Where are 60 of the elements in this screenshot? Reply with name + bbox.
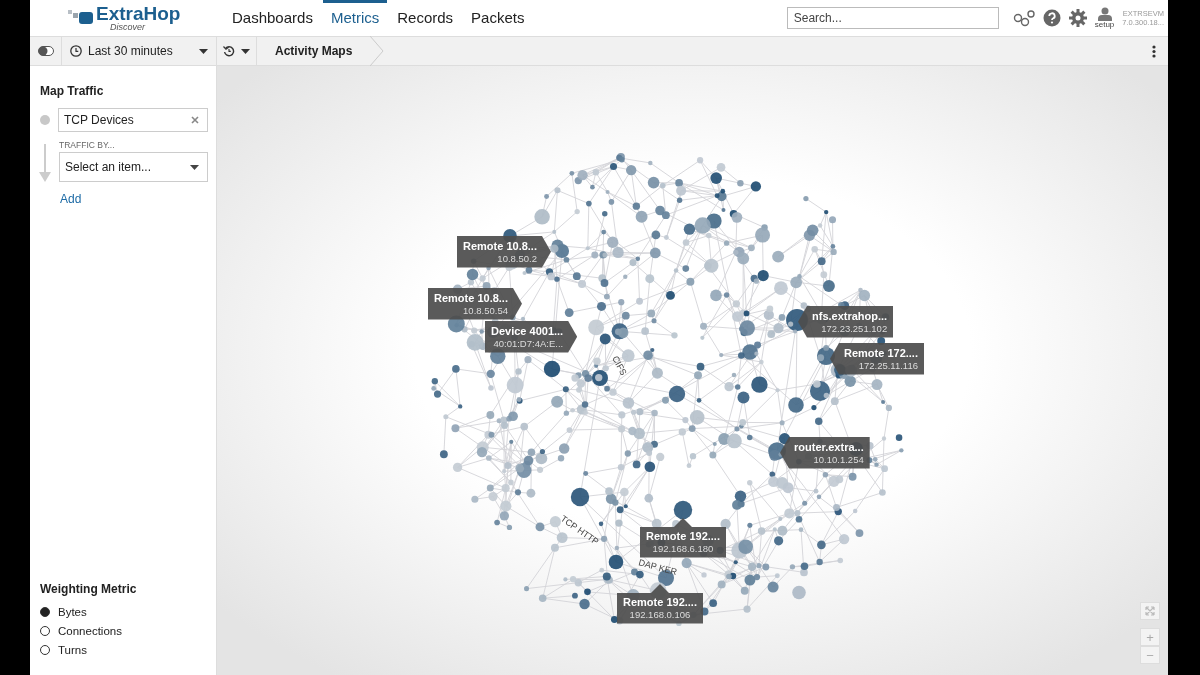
edge-label: DAP KER [637,557,679,578]
origin-field[interactable]: TCP Devices [58,108,208,132]
logo-subtitle: Discover [110,23,146,32]
toggle-icon[interactable] [37,46,54,56]
edge-label: CIFS [610,354,629,378]
expand-icon [1145,606,1155,616]
node-callout[interactable]: Remote 10.8... 10.8.50.54 [428,288,522,320]
search-field[interactable]: Search... [786,7,999,29]
caret-icon [199,48,208,54]
node-callout[interactable]: nfs.extrahop... 172.23.251.102 [798,306,894,338]
node-address: 10.8.50.2 [497,253,537,265]
history-icon [223,45,235,57]
radio-button[interactable] [40,606,50,617]
down-arrow-icon [39,144,51,182]
traffic-by-select[interactable]: Select an item... [59,152,208,182]
caret-icon [190,164,199,170]
node-address: 10.10.1.254 [813,454,864,466]
node-callout[interactable]: Remote 172.... 172.25.11.116 [830,343,924,375]
node-name: Remote 192.... [623,596,697,610]
node-address: 192.168.0.106 [629,609,691,621]
more-options-icon[interactable] [1152,44,1156,58]
node-callout[interactable]: Remote 10.8... 10.8.50.2 [457,236,551,268]
breadcrumb[interactable]: Activity Maps [275,44,353,58]
node-name: Device 4001... [491,325,564,339]
nav-tab[interactable]: Dashboards [224,0,321,36]
field-label: TRAFFIC BY... [59,140,116,150]
node-name: router.extra... [794,441,864,455]
node-name: Remote 10.8... [463,240,537,254]
section-title: Weighting Metric [40,582,138,596]
node-callout[interactable]: Device 4001... 40:01:D7:4A:E... [485,321,578,353]
node-address: 172.23.251.102 [821,323,888,335]
node-address: 192.168.6.180 [652,543,714,555]
user-icon[interactable] [1097,7,1112,21]
caret-icon [241,48,250,54]
node-address: 172.25.11.116 [858,360,918,372]
network-icon[interactable] [1012,9,1035,27]
node-name: Remote 172.... [844,347,918,361]
help-icon[interactable] [1042,9,1061,27]
time-range-dropdown[interactable]: Last 30 minutes [62,37,217,65]
radio-label[interactable]: Bytes [58,605,87,618]
section-title: Map Traffic [40,84,105,98]
add-link[interactable]: Add [60,192,82,206]
breadcrumb-separator-icon [370,36,385,66]
radio-label[interactable]: Connections [58,624,122,637]
node-address: 10.8.50.54 [463,305,508,317]
node-name: Remote 10.8... [434,292,508,306]
nav-tab[interactable]: Records [389,0,462,36]
clear-icon[interactable] [191,116,199,124]
origin-dot-icon [40,115,50,125]
radio-label[interactable]: Turns [58,643,87,656]
node-name: Remote 192.... [646,530,720,544]
user-label[interactable]: setup [1094,21,1115,29]
node-address: 40:01:D7:4A:E... [493,338,564,350]
node-callout[interactable]: router.extra... 10.10.1.254 [780,437,870,469]
node-name: nfs.extrahop... [812,310,888,324]
nav-tab[interactable]: Packets [463,0,533,36]
settings-icon[interactable] [1068,9,1087,27]
clock-icon [70,45,82,57]
logo-icon [68,8,94,26]
logo-wordmark: ExtraHop [96,4,181,23]
